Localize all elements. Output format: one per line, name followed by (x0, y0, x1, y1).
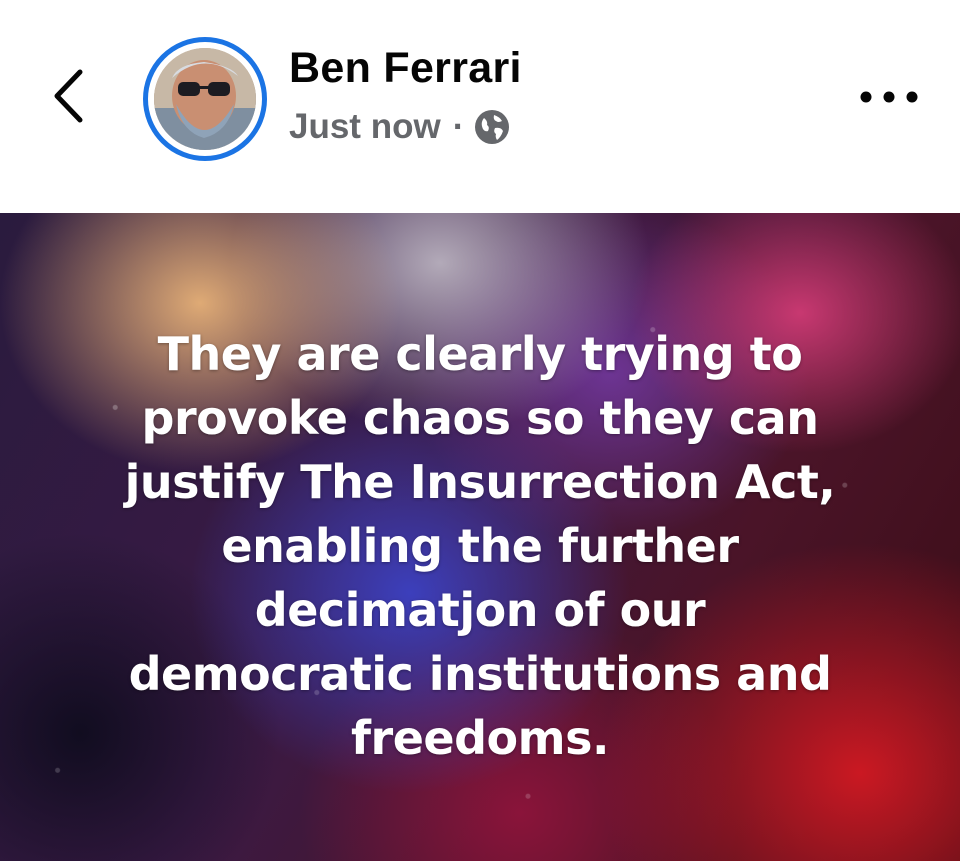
post-text-line: provoke chaos so they can (141, 391, 819, 445)
back-button[interactable] (40, 60, 100, 132)
author-name[interactable]: Ben Ferrari (289, 44, 522, 93)
meta-separator: · (452, 107, 465, 146)
post-timestamp[interactable]: Just now (289, 107, 441, 147)
post-text-line: enabling the further (221, 519, 739, 573)
post-meta: Just now · (289, 104, 510, 150)
avatar-photo (154, 48, 256, 150)
post-text: They are clearly trying to provoke chaos… (40, 322, 920, 770)
post-header: Ben Ferrari Just now · (0, 0, 960, 213)
post-text-line: decimatjon of our (254, 583, 706, 637)
profile-avatar[interactable] (143, 37, 267, 161)
more-horizontal-icon (860, 91, 918, 103)
chevron-left-icon (54, 69, 83, 123)
post-text-line: freedoms. (351, 711, 609, 765)
post-text-line: They are clearly trying to (157, 327, 803, 381)
post-text-line: justify The Insurrection Act, (124, 455, 836, 509)
more-options-button[interactable] (852, 80, 926, 114)
post-text-line: democratic institutions and (128, 647, 832, 701)
globe-icon[interactable] (474, 109, 510, 145)
